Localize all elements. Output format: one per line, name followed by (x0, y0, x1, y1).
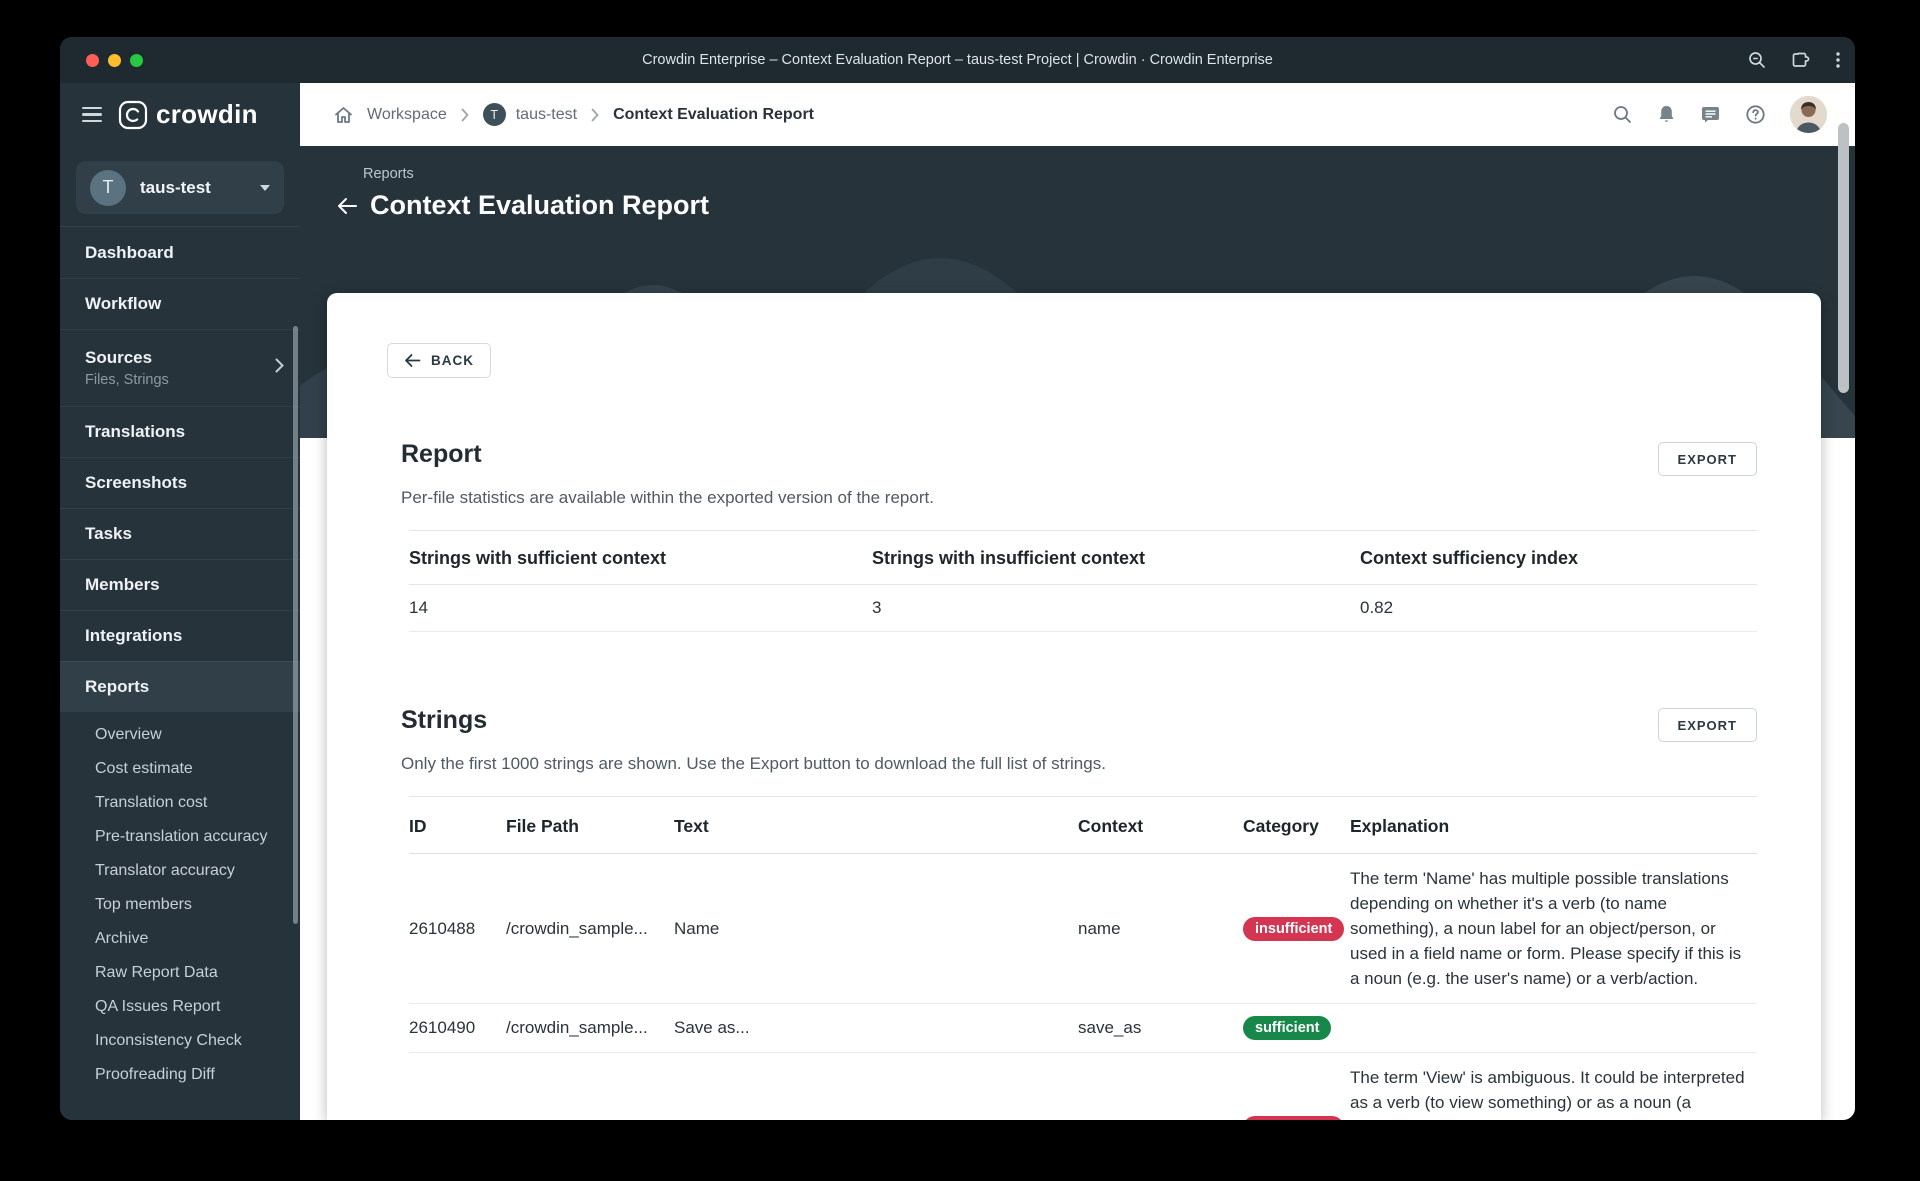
sidebar-subitem-raw-report-data[interactable]: Raw Report Data (60, 956, 300, 990)
strings-export-button[interactable]: EXPORT (1657, 708, 1757, 742)
table-row: 2610490 /crowdin_sample... Save as... sa… (409, 1003, 1757, 1053)
chevron-right-icon (461, 108, 469, 121)
string-text: View (674, 1052, 1078, 1120)
string-file-path: /crowdin_sample... (506, 1003, 674, 1053)
stat-value-sufficient: 14 (409, 584, 872, 632)
sidebar-item-sources-subtitle: Files, Strings (85, 372, 169, 388)
report-note: Per-file statistics are available within… (401, 488, 934, 507)
sidebar-subitem-pre-translation-accuracy[interactable]: Pre-translation accuracy (60, 820, 300, 854)
table-row: 2610492 /crowdin_sample... View view ins… (409, 1052, 1757, 1120)
strings-table: ID File Path Text Context Category Expla… (409, 796, 1757, 1120)
stat-header: Strings with insufficient context (872, 530, 1360, 585)
browser-menu-icon[interactable] (1835, 50, 1841, 70)
strings-note: Only the first 1000 strings are shown. U… (401, 754, 1106, 773)
breadcrumb-project[interactable]: T taus-test (482, 103, 577, 126)
status-badge: sufficient (1243, 1016, 1332, 1040)
string-id: 2610490 (409, 1003, 506, 1053)
sidebar-item-workflow[interactable]: Workflow (60, 278, 300, 329)
chevron-right-icon (591, 108, 599, 121)
project-avatar: T (482, 103, 506, 126)
hamburger-menu-icon[interactable] (82, 106, 102, 123)
crowdin-logo-icon (118, 100, 148, 129)
breadcrumb-workspace[interactable]: Workspace (367, 106, 447, 124)
stat-value-index: 0.82 (1360, 584, 1757, 632)
workspace-avatar: T (90, 169, 126, 206)
string-explanation: The term 'View' is ambiguous. It could b… (1350, 1052, 1757, 1120)
string-text: Save as... (674, 1003, 1078, 1053)
sidebar-item-screenshots[interactable]: Screenshots (60, 457, 300, 508)
app-header: Workspace T taus-test Context Evaluation… (300, 83, 1855, 146)
sidebar-subitem-overview[interactable]: Overview (60, 718, 300, 752)
crowdin-logo[interactable]: crowdin (118, 99, 258, 130)
browser-extensions-icon[interactable] (1791, 50, 1811, 70)
help-icon[interactable] (1745, 104, 1766, 125)
main-area: Workspace T taus-test Context Evaluation… (300, 83, 1855, 1120)
report-card: BACK Report EXPORT Per-file statistics a… (327, 293, 1821, 1120)
breadcrumb: Workspace T taus-test Context Evaluation… (334, 103, 814, 126)
user-avatar[interactable] (1790, 96, 1827, 133)
string-text: Name (674, 853, 1078, 1004)
home-icon[interactable] (334, 106, 353, 124)
breadcrumb-current: Context Evaluation Report (613, 105, 814, 123)
string-context: save_as (1078, 1003, 1243, 1053)
back-arrow-icon[interactable] (336, 196, 358, 216)
table-row: 2610488 /crowdin_sample... Name name ins… (409, 853, 1757, 1004)
stat-header: Context sufficiency index (1360, 530, 1757, 585)
back-button[interactable]: BACK (387, 343, 491, 378)
browser-window: Crowdin Enterprise – Context Evaluation … (60, 37, 1855, 1120)
sidebar-subitem-cost-estimate[interactable]: Cost estimate (60, 752, 300, 786)
sidebar: crowdin T taus-test Dashboard Workflow S… (60, 83, 300, 1120)
string-file-path: /crowdin_sample... (506, 1052, 674, 1120)
stat-header: Strings with sufficient context (409, 530, 872, 585)
workspace-selector[interactable]: T taus-test (76, 161, 284, 214)
table-header-row: ID File Path Text Context Category Expla… (409, 796, 1757, 854)
string-context: name (1078, 853, 1243, 1004)
sidebar-subitem-inconsistency-check[interactable]: Inconsistency Check (60, 1024, 300, 1058)
page-scrollbar[interactable] (1838, 123, 1849, 393)
chevron-right-icon (275, 358, 284, 378)
report-stats-table: Strings with sufficient context Strings … (409, 530, 1757, 632)
sidebar-item-integrations[interactable]: Integrations (60, 610, 300, 661)
sidebar-item-sources[interactable]: Sources Files, Strings (60, 329, 300, 406)
page-title: Context Evaluation Report (370, 190, 710, 220)
string-context: view (1078, 1052, 1243, 1120)
status-badge: insufficient (1243, 1115, 1345, 1120)
search-icon[interactable] (1612, 104, 1633, 125)
workspace-name: taus-test (140, 177, 211, 197)
stat-value-insufficient: 3 (872, 584, 1360, 632)
string-explanation (1350, 1003, 1757, 1053)
back-arrow-icon (405, 354, 421, 367)
chevron-down-icon (260, 184, 270, 191)
report-export-button[interactable]: EXPORT (1657, 442, 1757, 476)
sidebar-subitem-top-members[interactable]: Top members (60, 888, 300, 922)
report-section-title: Report (401, 440, 482, 468)
crowdin-logo-text: crowdin (156, 99, 258, 129)
strings-section-title: Strings (401, 706, 488, 734)
sidebar-item-tasks[interactable]: Tasks (60, 508, 300, 559)
browser-titlebar: Crowdin Enterprise – Context Evaluation … (60, 37, 1855, 83)
sidebar-subitem-proofreading-diff[interactable]: Proofreading Diff (60, 1058, 300, 1092)
hero-eyebrow: Reports (363, 166, 414, 182)
status-badge: insufficient (1243, 916, 1345, 941)
sidebar-subitem-translation-cost[interactable]: Translation cost (60, 786, 300, 820)
notifications-bell-icon[interactable] (1657, 104, 1676, 125)
string-id: 2610488 (409, 853, 506, 1004)
browser-zoom-icon[interactable] (1747, 50, 1767, 70)
sidebar-item-reports[interactable]: Reports (60, 661, 300, 712)
string-explanation: The term 'Name' has multiple possible tr… (1350, 853, 1757, 1004)
sidebar-subitem-qa-issues-report[interactable]: QA Issues Report (60, 990, 300, 1024)
sidebar-item-dashboard[interactable]: Dashboard (60, 227, 300, 278)
messages-icon[interactable] (1700, 105, 1721, 124)
string-file-path: /crowdin_sample... (506, 853, 674, 1004)
window-title: Crowdin Enterprise – Context Evaluation … (642, 52, 1273, 68)
sidebar-item-members[interactable]: Members (60, 559, 300, 610)
sidebar-subitem-archive[interactable]: Archive (60, 922, 300, 956)
sidebar-scrollbar[interactable] (293, 326, 298, 924)
string-id: 2610492 (409, 1052, 506, 1120)
sidebar-subitem-translator-accuracy[interactable]: Translator accuracy (60, 854, 300, 888)
sidebar-item-translations[interactable]: Translations (60, 406, 300, 457)
